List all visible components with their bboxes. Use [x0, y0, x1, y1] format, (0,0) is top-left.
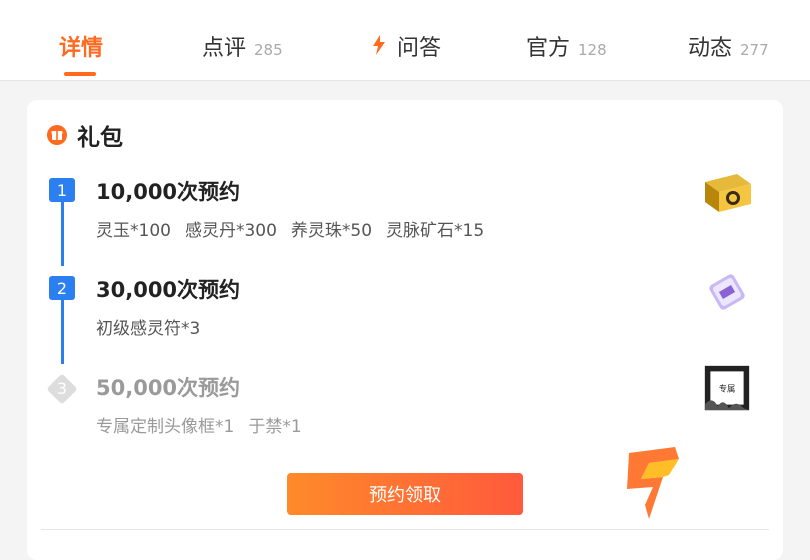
step-badge: 1: [49, 178, 75, 202]
avatar-frame-label: 专属: [719, 384, 736, 394]
tab-details-label: 详情: [59, 36, 104, 61]
step-number: 2: [56, 278, 68, 298]
section-title: 礼包: [77, 125, 123, 151]
lightning-icon: [373, 35, 385, 55]
tab-details[interactable]: 详情: [59, 30, 103, 66]
step-number: 1: [56, 180, 68, 200]
reward-item: 灵玉*100: [96, 221, 171, 241]
divider: [41, 529, 769, 530]
tab-bar: 详情 点评 285 问答 官方 128 动态 277: [0, 0, 810, 81]
tab-official-count: 128: [578, 41, 607, 59]
active-tab-indicator: [64, 72, 96, 76]
reward-item: 养灵珠*50: [290, 221, 373, 241]
step-number: 3: [56, 378, 68, 398]
tab-reviews-label: 点评: [202, 36, 247, 61]
tab-official[interactable]: 官方 128: [526, 30, 607, 66]
timeline-connector: [61, 202, 64, 266]
milestone-rewards: 专属定制头像框*1 于禁*1: [96, 412, 302, 437]
tab-reviews-count: 285: [254, 41, 283, 59]
milestone-title: 30,000次预约: [96, 278, 241, 302]
reward-item: 于禁*1: [248, 417, 302, 437]
tab-activity[interactable]: 动态 277: [688, 30, 769, 66]
tab-reviews[interactable]: 点评 285: [202, 30, 283, 66]
tab-activity-label: 动态: [688, 36, 733, 61]
step-badge-locked: 3: [46, 373, 78, 405]
tab-activity-count: 277: [740, 41, 769, 59]
reward-item: 感灵丹*300: [184, 221, 277, 241]
reserve-claim-button[interactable]: 预约领取: [287, 473, 523, 515]
milestone-title: 50,000次预约: [96, 376, 241, 400]
avatar-frame-icon: 专属: [704, 365, 750, 411]
tab-qa[interactable]: 问答: [373, 30, 441, 66]
milestone-title: 10,000次预约: [96, 180, 241, 204]
milestone-rewards: 灵玉*100 感灵丹*300 养灵珠*50 灵脉矿石*15: [96, 216, 484, 241]
tab-qa-label: 问答: [397, 36, 442, 61]
section-header: 礼包: [47, 118, 123, 152]
gift-icon: [47, 125, 67, 145]
reward-item: 灵脉矿石*15: [386, 221, 485, 241]
step-badge: 2: [49, 276, 75, 300]
app-logo-watermark-icon: [627, 447, 679, 519]
talisman-ticket-icon: [709, 274, 745, 310]
gift-pack-card: 礼包 1 10,000次预约 灵玉*100 感灵丹*300 养灵珠*50 灵脉矿…: [27, 100, 783, 560]
reward-item: 专属定制头像框*1: [96, 417, 235, 437]
gold-chest-icon: [705, 174, 751, 212]
timeline-connector: [61, 300, 64, 364]
milestone-rewards: 初级感灵符*3: [96, 314, 200, 339]
tab-official-label: 官方: [526, 36, 571, 61]
reward-item: 初级感灵符*3: [96, 319, 201, 339]
